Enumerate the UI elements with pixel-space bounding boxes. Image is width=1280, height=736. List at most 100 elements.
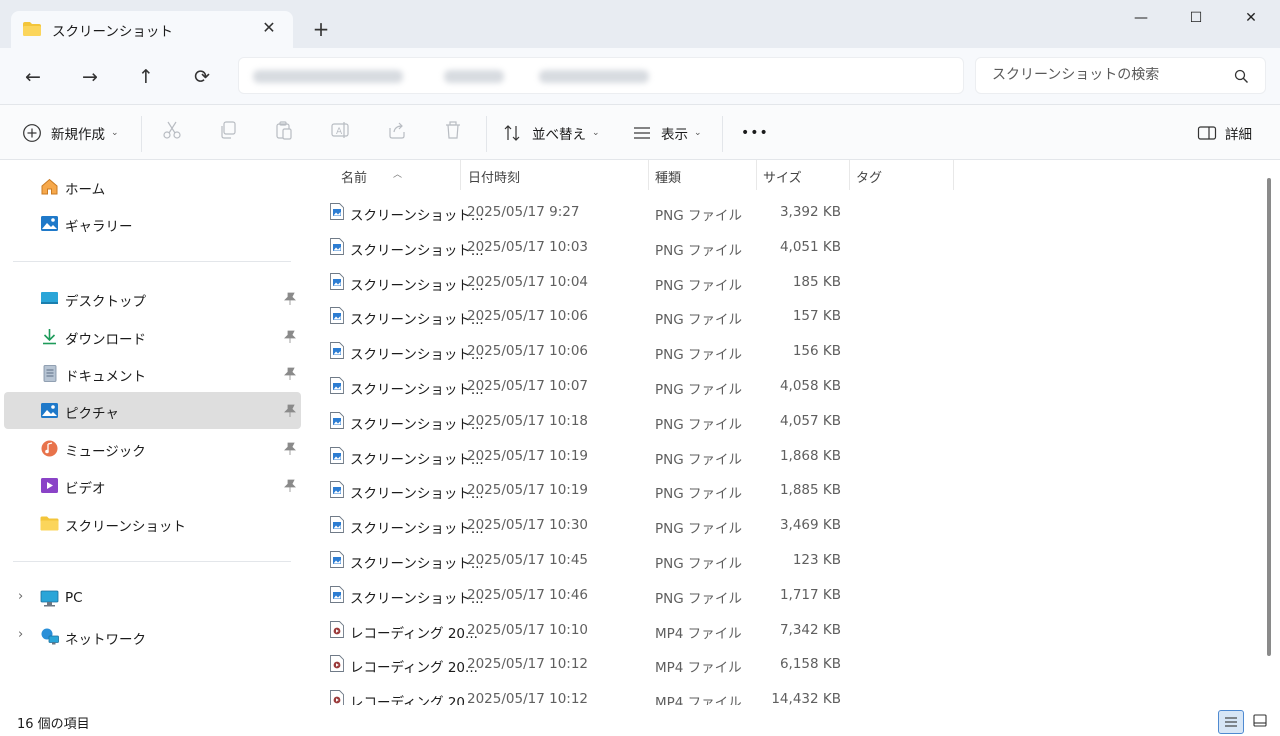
pictures-icon <box>41 403 58 418</box>
up-button[interactable]: ↑ <box>133 64 159 90</box>
details-label: 詳細 <box>1225 127 1252 143</box>
png-file-icon <box>330 481 344 499</box>
file-type: MP4 ファイル <box>655 660 742 677</box>
navigation-bar: ← → ↑ ⟳ <box>0 48 1280 105</box>
file-row[interactable]: スクリーンショット... 2025/05/17 10:30 PNG ファイル 3,46… <box>303 508 1263 542</box>
svg-text:A: A <box>336 127 343 137</box>
network-icon <box>41 628 59 645</box>
gallery-icon <box>41 216 58 231</box>
view-button[interactable]: 表示 ⌄ <box>632 120 702 146</box>
sort-button[interactable]: 並べ替え ⌄ <box>503 120 600 146</box>
sidebar-item-music[interactable]: ミュージック <box>4 430 301 467</box>
search-input[interactable] <box>992 67 1232 83</box>
refresh-button[interactable]: ⟳ <box>189 64 215 90</box>
sidebar-item-home[interactable]: ホーム <box>4 168 301 205</box>
sidebar-item-pictures[interactable]: ピクチャ <box>4 392 301 429</box>
file-name: レコーディング 20... <box>350 625 478 642</box>
more-button[interactable]: ••• <box>741 120 769 146</box>
close-button[interactable]: ✕ <box>1228 6 1274 30</box>
minimize-button[interactable]: — <box>1118 6 1164 30</box>
home-icon <box>41 178 58 195</box>
delete-icon[interactable] <box>443 120 463 140</box>
file-row[interactable]: スクリーンショット... 2025/05/17 10:45 PNG ファイル 123 … <box>303 543 1263 577</box>
sidebar-item-videos[interactable]: ビデオ <box>4 467 301 504</box>
sidebar-item-downloads[interactable]: ダウンロード <box>4 318 301 355</box>
file-row[interactable]: スクリーンショット... 2025/05/17 10:19 PNG ファイル 1,86… <box>303 439 1263 473</box>
search-box[interactable] <box>975 57 1266 94</box>
document-icon <box>43 365 57 382</box>
file-date: 2025/05/17 10:06 <box>467 308 589 325</box>
view-label: 表示 <box>661 127 688 143</box>
file-size: 7,342 KB <box>779 621 841 638</box>
search-icon <box>1234 69 1248 83</box>
back-button[interactable]: ← <box>20 64 46 90</box>
pin-icon[interactable] <box>284 442 296 455</box>
column-header-date[interactable]: 日付時刻 <box>461 160 648 190</box>
sidebar-item-desktop[interactable]: デスクトップ <box>4 280 301 317</box>
copy-icon[interactable] <box>218 120 238 140</box>
share-icon[interactable] <box>387 120 407 140</box>
pin-icon[interactable] <box>284 479 296 492</box>
maximize-button[interactable]: ☐ <box>1173 6 1219 30</box>
pin-icon[interactable] <box>284 404 296 417</box>
column-header-size[interactable]: サイズ <box>757 160 849 190</box>
sidebar-item-label: ダウンロード <box>65 332 146 348</box>
pin-icon[interactable] <box>284 330 296 343</box>
png-file-icon <box>330 307 344 325</box>
file-name: スクリーンショット... <box>350 242 484 259</box>
column-header-type[interactable]: 種類 <box>649 160 756 190</box>
file-size: 1,717 KB <box>779 586 841 603</box>
sidebar-item-label: ネットワーク <box>65 632 146 648</box>
details-pane-button[interactable]: 詳細 <box>1197 120 1252 146</box>
details-view-button[interactable] <box>1218 710 1244 734</box>
pin-icon[interactable] <box>284 292 296 305</box>
column-header-tag[interactable]: タグ <box>850 160 954 190</box>
sidebar-item-documents[interactable]: ドキュメント <box>4 355 301 392</box>
file-row[interactable]: スクリーンショット... 2025/05/17 10:06 PNG ファイル 156 … <box>303 334 1263 368</box>
navigation-pane: ホーム ギャラリー デスクトップ ダウンロード ドキュメント ピクチャ ミュージ… <box>0 160 303 705</box>
sidebar-item-pc[interactable]: › PC <box>4 580 301 617</box>
cut-icon[interactable] <box>162 120 182 140</box>
file-row[interactable]: スクリーンショット... 2025/05/17 9:27 PNG ファイル 3,392… <box>303 195 1263 229</box>
file-row[interactable]: スクリーンショット... 2025/05/17 10:03 PNG ファイル 4,05… <box>303 230 1263 264</box>
column-divider[interactable] <box>953 160 954 190</box>
chevron-right-icon[interactable]: › <box>18 627 23 642</box>
file-type: PNG ファイル <box>655 382 742 398</box>
file-name: スクリーンショット... <box>350 277 484 294</box>
file-row[interactable]: スクリーンショット... 2025/05/17 10:04 PNG ファイル 185 … <box>303 265 1263 299</box>
view-icon <box>634 127 650 139</box>
address-bar[interactable] <box>238 57 964 94</box>
tab-close-button[interactable]: ✕ <box>259 18 279 38</box>
new-label: 新規作成 <box>51 127 105 143</box>
tab-screenshots[interactable]: スクリーンショット ✕ <box>11 11 293 48</box>
paste-icon[interactable] <box>274 120 294 140</box>
column-label: 日付時刻 <box>468 171 521 186</box>
file-row[interactable]: スクリーンショット... 2025/05/17 10:07 PNG ファイル 4,05… <box>303 369 1263 403</box>
pin-icon[interactable] <box>284 367 296 380</box>
breadcrumb-blurred <box>253 70 403 83</box>
file-size: 3,469 KB <box>779 517 841 534</box>
sidebar-item-gallery[interactable]: ギャラリー <box>4 205 301 242</box>
column-header-name[interactable]: ︿ 名前 <box>303 160 460 190</box>
file-row[interactable]: スクリーンショット... 2025/05/17 10:18 PNG ファイル 4,05… <box>303 404 1263 438</box>
file-date: 2025/05/17 10:18 <box>467 412 589 429</box>
rename-icon[interactable]: A <box>330 120 350 140</box>
sidebar-item-screenshots[interactable]: スクリーンショット <box>4 505 301 542</box>
file-size: 6,158 KB <box>779 656 841 673</box>
chevron-right-icon[interactable]: › <box>18 589 23 604</box>
file-row[interactable]: スクリーンショット... 2025/05/17 10:06 PNG ファイル 157 … <box>303 299 1263 333</box>
file-name: スクリーンショット... <box>350 521 484 538</box>
file-row[interactable]: スクリーンショット... 2025/05/17 10:19 PNG ファイル 1,88… <box>303 473 1263 507</box>
forward-button[interactable]: → <box>77 64 103 90</box>
file-row[interactable]: レコーディング 20... 2025/05/17 10:12 MP4 ファイル 6,1… <box>303 647 1263 681</box>
file-row[interactable]: レコーディング 20... 2025/05/17 10:10 MP4 ファイル 7,3… <box>303 613 1263 647</box>
file-row[interactable]: スクリーンショット... 2025/05/17 10:46 PNG ファイル 1,71… <box>303 578 1263 612</box>
new-button[interactable]: 新規作成 ⌄ <box>22 120 119 146</box>
file-size: 156 KB <box>792 343 841 360</box>
tiles-view-button[interactable] <box>1248 710 1274 734</box>
file-type: PNG ファイル <box>655 556 742 572</box>
vertical-scrollbar[interactable] <box>1267 178 1271 656</box>
png-file-icon <box>330 203 344 220</box>
sidebar-item-network[interactable]: › ネットワーク <box>4 618 301 655</box>
new-tab-button[interactable]: + <box>310 18 332 40</box>
